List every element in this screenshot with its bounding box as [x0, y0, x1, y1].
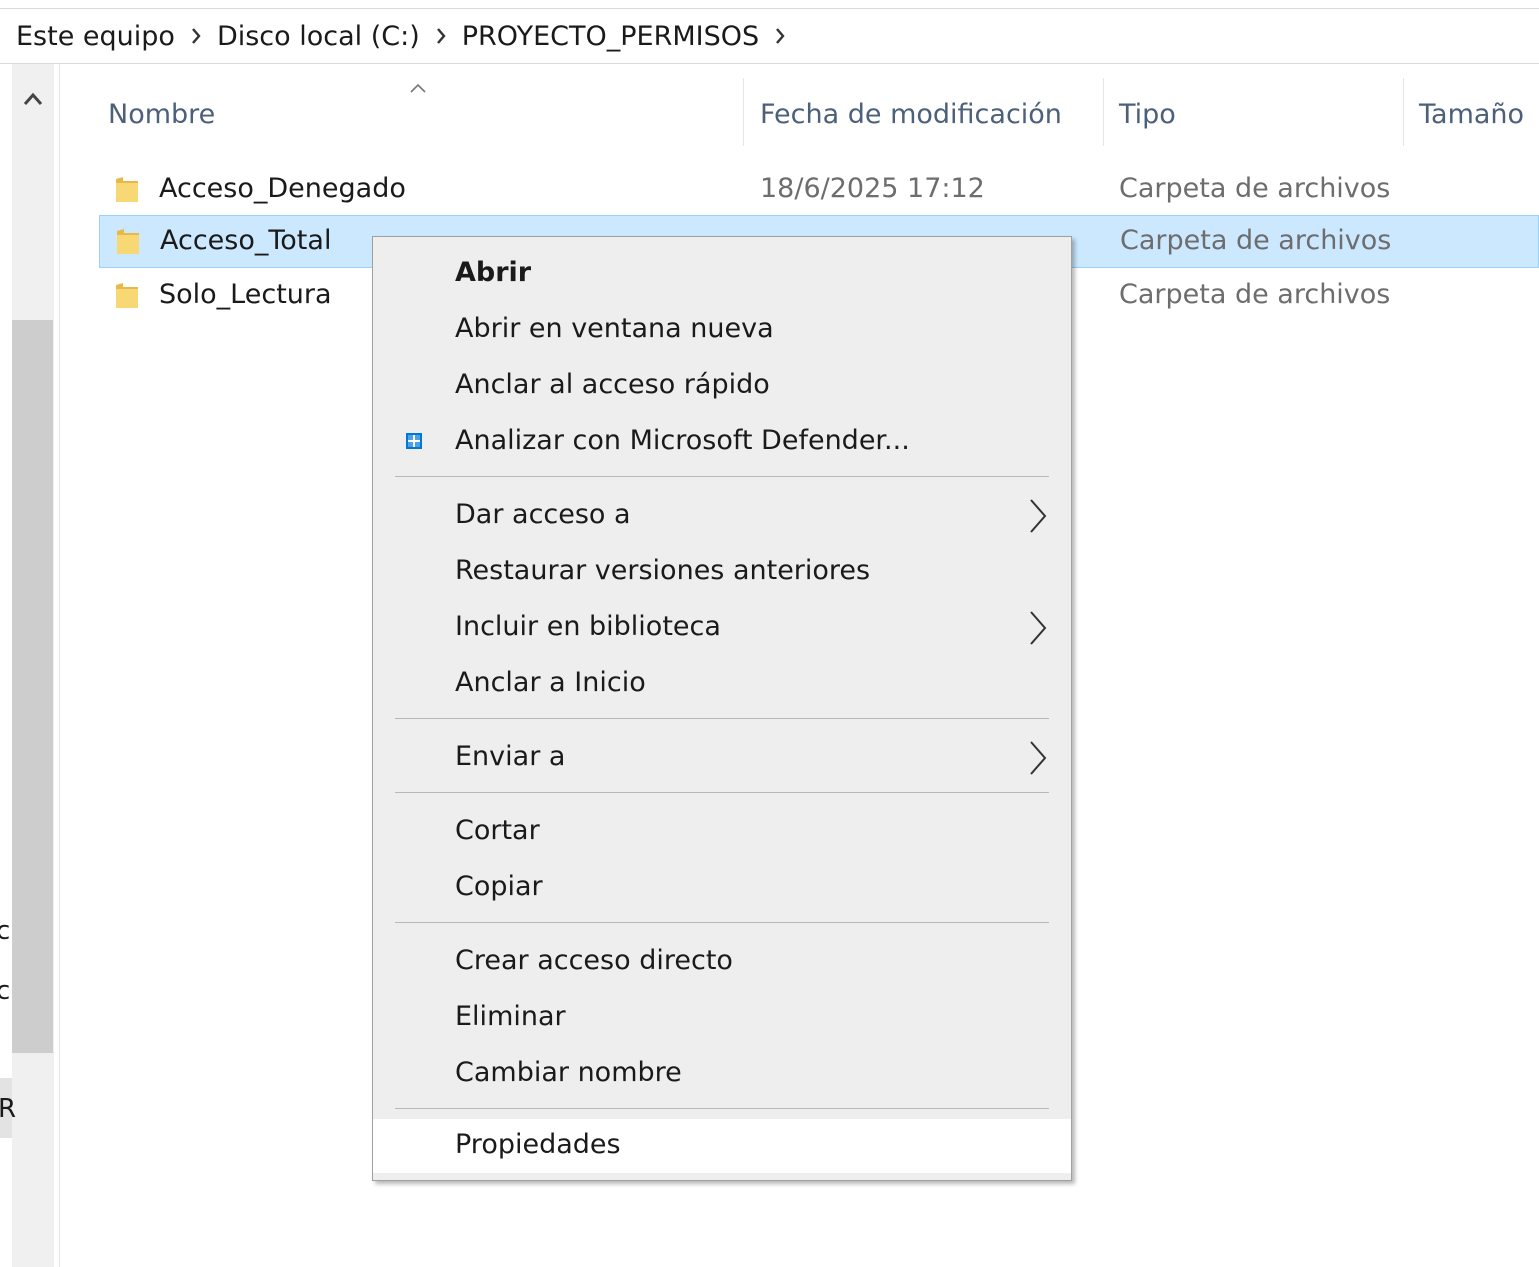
menu-item-analizar-defender[interactable]: Analizar con Microsoft Defender...	[373, 415, 1071, 469]
column-header-size[interactable]: Tamaño	[1419, 80, 1539, 148]
menu-separator	[395, 718, 1049, 719]
column-header-date[interactable]: Fecha de modificación	[760, 80, 1100, 148]
file-date: 18/6/2025 17:12	[760, 173, 985, 204]
column-header-type[interactable]: Tipo	[1119, 80, 1399, 148]
file-name: Acceso_Total	[160, 225, 332, 256]
submenu-chevron-icon	[1030, 741, 1047, 775]
file-name: Solo_Lectura	[159, 279, 332, 310]
menu-item-abrir[interactable]: Abrir	[373, 247, 1071, 301]
address-breadcrumb[interactable]: Este equipo Disco local (C:) PROYECTO_PE…	[0, 8, 1539, 64]
menu-item-incluir-biblioteca[interactable]: Incluir en biblioteca	[373, 601, 1071, 655]
menu-item-label: Eliminar	[455, 1001, 566, 1032]
nav-item-clipped[interactable]: c	[0, 976, 10, 1006]
menu-item-label: Copiar	[455, 871, 543, 902]
menu-item-eliminar[interactable]: Eliminar	[373, 991, 1071, 1045]
breadcrumb-este-equipo[interactable]: Este equipo	[16, 21, 175, 52]
menu-item-label: Analizar con Microsoft Defender...	[455, 425, 910, 456]
scroll-up-icon[interactable]	[12, 84, 54, 114]
menu-item-restaurar-versiones[interactable]: Restaurar versiones anteriores	[373, 545, 1071, 599]
folder-icon	[117, 229, 139, 254]
file-name: Acceso_Denegado	[159, 173, 406, 204]
menu-item-label: Abrir	[455, 257, 532, 288]
breadcrumb-disco-local[interactable]: Disco local (C:)	[217, 21, 420, 52]
column-header-date-label: Fecha de modificación	[760, 98, 1062, 130]
nav-item-clipped[interactable]: c	[0, 916, 10, 946]
navigation-pane[interactable]: ) c c R	[0, 64, 60, 1267]
menu-item-label: Propiedades	[455, 1129, 621, 1160]
file-type: Carpeta de archivos	[1119, 279, 1391, 310]
folder-icon	[116, 177, 138, 202]
column-divider[interactable]	[743, 78, 744, 146]
menu-separator	[395, 922, 1049, 923]
chevron-right-icon[interactable]	[175, 21, 217, 51]
menu-separator	[395, 1108, 1049, 1109]
menu-item-label: Restaurar versiones anteriores	[455, 555, 871, 586]
column-header-size-label: Tamaño	[1419, 98, 1525, 130]
chevron-right-icon[interactable]	[759, 21, 801, 51]
menu-item-dar-acceso[interactable]: Dar acceso a	[373, 489, 1071, 543]
menu-item-abrir-ventana-nueva[interactable]: Abrir en ventana nueva	[373, 303, 1071, 357]
column-divider[interactable]	[1403, 78, 1404, 146]
menu-item-crear-acceso-directo[interactable]: Crear acceso directo	[373, 935, 1071, 989]
column-divider[interactable]	[1103, 78, 1104, 146]
menu-item-label: Dar acceso a	[455, 499, 631, 530]
menu-item-label: Crear acceso directo	[455, 945, 733, 976]
nav-scrollbar-thumb[interactable]	[12, 320, 53, 1053]
chevron-right-icon[interactable]	[420, 21, 462, 51]
menu-separator	[395, 476, 1049, 477]
menu-item-propiedades[interactable]: Propiedades	[373, 1119, 1071, 1173]
menu-item-enviar-a[interactable]: Enviar a	[373, 731, 1071, 785]
file-row[interactable]: Acceso_Denegado 18/6/2025 17:12 Carpeta …	[99, 164, 1539, 217]
menu-item-label: Enviar a	[455, 741, 566, 772]
menu-item-copiar[interactable]: Copiar	[373, 861, 1071, 915]
nav-item-clipped[interactable]: R	[0, 1094, 16, 1124]
menu-item-anclar-acceso-rapido[interactable]: Anclar al acceso rápido	[373, 359, 1071, 413]
menu-item-label: Abrir en ventana nueva	[455, 313, 774, 344]
menu-item-label: Cortar	[455, 815, 540, 846]
column-header-type-label: Tipo	[1119, 98, 1176, 130]
menu-item-cortar[interactable]: Cortar	[373, 805, 1071, 859]
menu-item-label: Incluir en biblioteca	[455, 611, 721, 642]
file-type: Carpeta de archivos	[1119, 173, 1391, 204]
context-menu[interactable]: Abrir Abrir en ventana nueva Anclar al a…	[372, 236, 1072, 1181]
column-header-name-label: Nombre	[108, 98, 216, 130]
menu-item-cambiar-nombre[interactable]: Cambiar nombre	[373, 1047, 1071, 1101]
menu-item-label: Anclar a Inicio	[455, 667, 646, 698]
breadcrumb-proyecto-permisos[interactable]: PROYECTO_PERMISOS	[462, 21, 759, 52]
menu-item-label: Anclar al acceso rápido	[455, 369, 770, 400]
submenu-chevron-icon	[1030, 499, 1047, 533]
menu-item-anclar-inicio[interactable]: Anclar a Inicio	[373, 657, 1071, 711]
defender-shield-icon	[406, 433, 422, 449]
menu-item-label: Cambiar nombre	[455, 1057, 682, 1088]
folder-icon	[116, 283, 138, 308]
submenu-chevron-icon	[1030, 611, 1047, 645]
menu-separator	[395, 792, 1049, 793]
column-header-name[interactable]: Nombre	[108, 80, 742, 148]
file-type: Carpeta de archivos	[1120, 225, 1392, 256]
